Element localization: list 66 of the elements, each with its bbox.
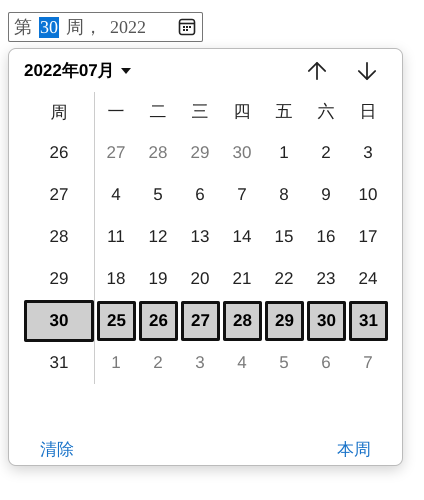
day-cell[interactable]: 1 bbox=[263, 132, 305, 174]
day-cell[interactable]: 12 bbox=[137, 216, 179, 258]
day-cell[interactable]: 6 bbox=[179, 174, 221, 216]
caret-icon bbox=[120, 68, 131, 74]
day-cell[interactable]: 20 bbox=[179, 258, 221, 300]
week-number[interactable]: 29 bbox=[24, 258, 94, 300]
day-cell[interactable]: 9 bbox=[305, 174, 347, 216]
day-cell[interactable]: 26 bbox=[139, 301, 178, 341]
week-number-segment[interactable]: 30 bbox=[39, 16, 59, 38]
day-cell[interactable]: 7 bbox=[347, 342, 389, 384]
day-cell[interactable]: 3 bbox=[347, 132, 389, 174]
day-cell[interactable]: 15 bbox=[263, 216, 305, 258]
this-week-button[interactable]: 本周 bbox=[331, 434, 377, 465]
day-cell[interactable]: 3 bbox=[179, 342, 221, 384]
weekday-header: 日 bbox=[358, 100, 378, 122]
week-number[interactable]: 28 bbox=[24, 216, 94, 258]
weekday-header: 六 bbox=[316, 100, 336, 122]
weekday-header: 四 bbox=[232, 100, 252, 122]
day-cell[interactable]: 19 bbox=[137, 258, 179, 300]
year-segment[interactable]: 2022 bbox=[109, 16, 147, 38]
day-cell[interactable]: 4 bbox=[221, 342, 263, 384]
month-selector[interactable]: 2022年07月 bbox=[24, 59, 131, 82]
input-prefix: 第 bbox=[13, 16, 33, 39]
weekday-header: 三 bbox=[190, 100, 210, 122]
weekday-header: 五 bbox=[274, 100, 294, 122]
input-suffix: 周， bbox=[65, 16, 103, 39]
week-input[interactable]: 第 30 周， 2022 bbox=[8, 12, 203, 42]
day-cell[interactable]: 23 bbox=[305, 258, 347, 300]
day-cell[interactable]: 8 bbox=[263, 174, 305, 216]
day-cell[interactable]: 10 bbox=[347, 174, 389, 216]
clear-button[interactable]: 清除 bbox=[34, 434, 80, 465]
week-number[interactable]: 26 bbox=[24, 132, 94, 174]
day-cell[interactable]: 29 bbox=[179, 132, 221, 174]
calendar-icon[interactable] bbox=[178, 18, 196, 36]
day-cell[interactable]: 2 bbox=[137, 342, 179, 384]
day-cell[interactable]: 27 bbox=[95, 132, 137, 174]
day-cell[interactable]: 6 bbox=[305, 342, 347, 384]
day-cell[interactable]: 30 bbox=[307, 301, 346, 341]
day-cell[interactable]: 14 bbox=[221, 216, 263, 258]
week-number[interactable]: 30 bbox=[24, 300, 94, 342]
week-number[interactable]: 27 bbox=[24, 174, 94, 216]
week-number[interactable]: 31 bbox=[24, 342, 94, 384]
week-column-header: 周 bbox=[50, 102, 68, 124]
day-cell[interactable]: 5 bbox=[137, 174, 179, 216]
day-cell[interactable]: 5 bbox=[263, 342, 305, 384]
day-cell[interactable]: 28 bbox=[137, 132, 179, 174]
day-cell[interactable]: 4 bbox=[95, 174, 137, 216]
day-cell[interactable]: 30 bbox=[221, 132, 263, 174]
weekday-header: 二 bbox=[148, 100, 168, 122]
day-cell[interactable]: 13 bbox=[179, 216, 221, 258]
day-cell[interactable]: 22 bbox=[263, 258, 305, 300]
day-cell[interactable]: 29 bbox=[265, 301, 304, 341]
day-cell[interactable]: 27 bbox=[181, 301, 220, 341]
day-cell[interactable]: 24 bbox=[347, 258, 389, 300]
day-cell[interactable]: 21 bbox=[221, 258, 263, 300]
day-cell[interactable]: 2 bbox=[305, 132, 347, 174]
day-cell[interactable]: 18 bbox=[95, 258, 137, 300]
day-cell[interactable]: 25 bbox=[97, 301, 136, 341]
day-cell[interactable]: 31 bbox=[349, 301, 388, 341]
day-cell[interactable]: 16 bbox=[305, 216, 347, 258]
day-cell[interactable]: 11 bbox=[95, 216, 137, 258]
day-cell[interactable]: 7 bbox=[221, 174, 263, 216]
weekday-header: 一 bbox=[106, 100, 126, 122]
day-cell[interactable]: 28 bbox=[223, 301, 262, 341]
day-cell[interactable]: 17 bbox=[347, 216, 389, 258]
day-cell[interactable]: 1 bbox=[95, 342, 137, 384]
